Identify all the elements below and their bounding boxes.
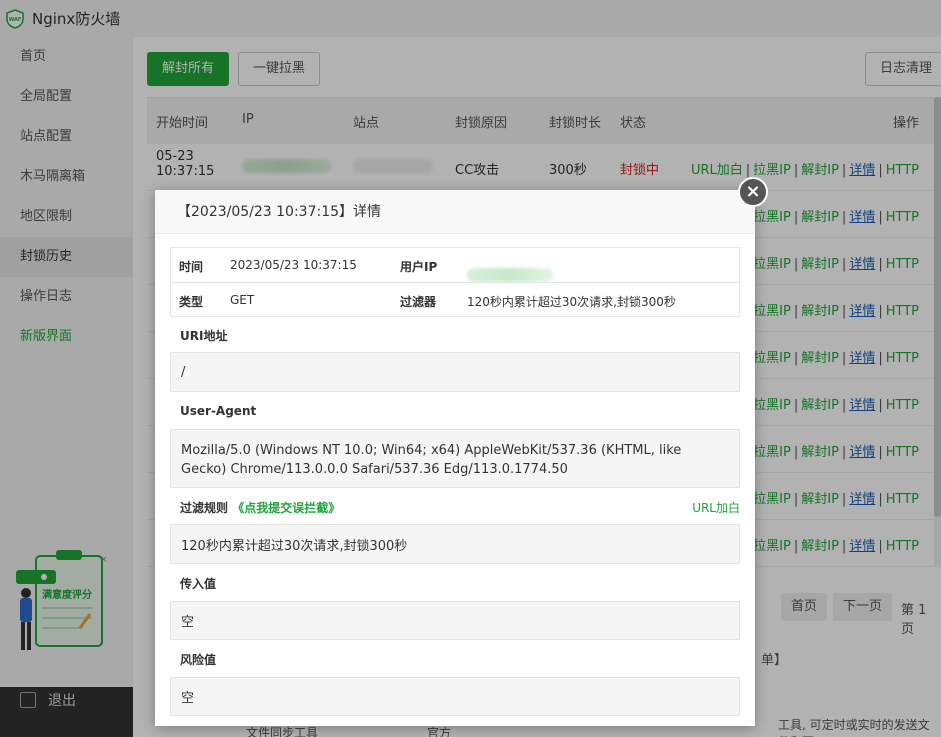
filter-label: 过滤器 (400, 295, 437, 309)
user-ip-label: 用户IP (400, 260, 438, 274)
modal-title: 【2023/05/23 10:37:15】详情 (155, 190, 755, 234)
filter-rule-label: 过滤规则 (180, 501, 229, 515)
info-table: 时间 2023/05/23 10:37:15 用户IP 类型 GET 过滤器 1… (170, 247, 740, 317)
info-row-type: 类型 GET 过滤器 120秒内累计超过30次请求,封锁300秒 (171, 282, 739, 316)
report-false-positive-link[interactable]: 《点我提交误拦截》 (232, 501, 340, 515)
uri-label: URI地址 (180, 329, 228, 343)
risk-value-box: 空 (170, 677, 740, 716)
uri-value-box: / (170, 352, 740, 392)
filter-rule-value-box: 120秒内累计超过30次请求,封锁300秒 (170, 524, 740, 564)
info-row-time: 时间 2023/05/23 10:37:15 用户IP (171, 248, 739, 282)
risk-value-label: 风险值 (180, 653, 217, 667)
type-label: 类型 (179, 295, 204, 309)
type-value: GET (230, 293, 255, 307)
time-value: 2023/05/23 10:37:15 (230, 258, 357, 272)
filter-value: 120秒内累计超过30次请求,封锁300秒 (467, 295, 676, 309)
modal-close-icon[interactable]: × (738, 177, 768, 207)
input-value-label: 传入值 (180, 577, 217, 591)
user-agent-label: User-Agent (180, 404, 257, 418)
filter-rule-label-row: 过滤规则 《点我提交误拦截》 (180, 499, 340, 516)
url-whitelist-button[interactable]: URL加白 (692, 499, 740, 516)
time-label: 时间 (179, 260, 204, 274)
detail-modal: 【2023/05/23 10:37:15】详情 时间 2023/05/23 10… (155, 190, 755, 726)
input-value-box: 空 (170, 601, 740, 640)
user-agent-value-box: Mozilla/5.0 (Windows NT 10.0; Win64; x64… (170, 429, 740, 488)
